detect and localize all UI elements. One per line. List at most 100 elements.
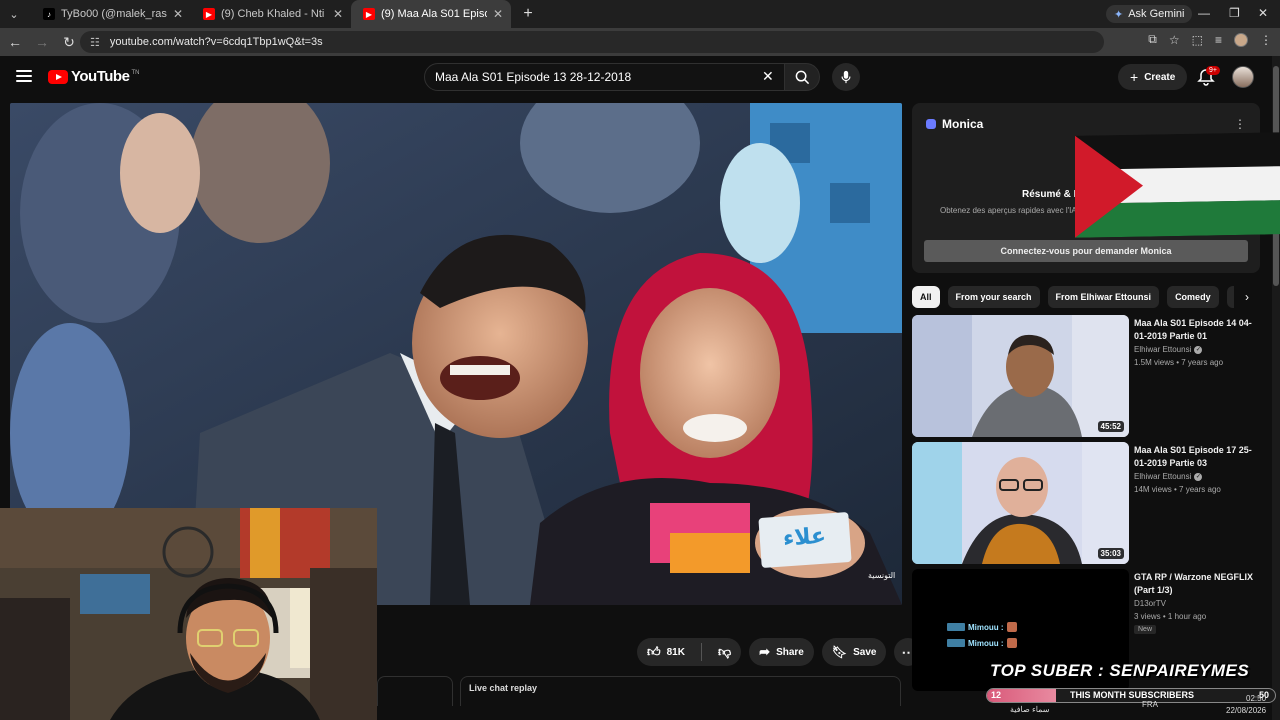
user-avatar[interactable] [1232,66,1254,88]
chevron-down-icon: ⌄ [9,8,19,21]
channel-label: D13orTV [1134,599,1167,608]
tab-search-button[interactable]: ⌄ [3,3,25,25]
like-button[interactable]: 👍︎ 81K [637,638,695,666]
back-button[interactable]: ← [3,30,27,54]
chips-next-button[interactable]: › [1234,286,1260,308]
ask-gemini-button[interactable]: ✦ Ask Gemini [1106,5,1193,23]
video-actions: 👍︎ 81K 👎︎ ➦ Share 🔖︎ Save ⋯ [637,638,923,666]
bookmark-star-icon[interactable]: ☆ [1169,33,1180,47]
subscriber-goal-label: THIS MONTH SUBSCRIBERS [1070,690,1195,700]
share-button[interactable]: ➦ Share [749,638,814,666]
video-thumbnail[interactable]: 45:52 [912,315,1129,437]
cast-icon[interactable]: ⧉ [1148,32,1157,47]
reload-button[interactable]: ↻ [57,30,81,54]
chip-all[interactable]: All [912,286,940,308]
monica-header: Monica [926,117,983,131]
forward-button[interactable]: → [30,30,54,54]
save-button[interactable]: 🔖︎ Save [821,638,887,666]
clear-search-icon[interactable]: ✕ [762,68,774,85]
divider [700,643,702,661]
close-icon[interactable]: ✕ [493,7,503,21]
youtube-play-icon [48,69,68,84]
plus-icon: + [1130,69,1139,85]
live-chat-replay-panel[interactable]: Live chat replay [460,676,901,706]
chip-comedy[interactable]: Comedy [1167,286,1219,308]
chevron-right-icon: › [1245,290,1249,304]
thumbs-up-icon: 👍︎ [647,644,661,659]
tab-tiktok[interactable]: ♪ TyBo00 (@malek_rassaa) | TikTok ✕ [31,0,191,28]
address-bar[interactable]: ☷ youtube.com/watch?v=6cdq1Tbp1wQ&t=3s [80,31,1104,53]
verified-check-icon: ✓ [1194,472,1203,481]
reading-list-icon[interactable]: ≡ [1215,33,1222,47]
live-chat-label: Live chat replay [469,683,538,693]
monica-logo-icon [926,119,936,129]
reload-icon: ↻ [63,33,75,50]
chip-from-channel[interactable]: From Elhiwar Ettounsi [1047,286,1160,308]
taskbar-date: 22/08/2026 [1226,706,1267,715]
tiktok-icon: ♪ [43,8,55,20]
url-text: youtube.com/watch?v=6cdq1Tbp1wQ&t=3s [109,36,323,48]
top-suber-banner: TOP SUBER : SENPAIREYMES [990,661,1250,680]
monica-title: Monica [942,117,984,131]
tab-cheb-khaled[interactable]: ▶ (9) Cheb Khaled - Nti Sbabi o Sb ✕ [191,0,351,28]
recommendation-item[interactable]: 35:03 Maa Ala S01 Episode 17 25-01-2019 … [912,442,1260,564]
chip-from-your-search[interactable]: From your search [947,286,1040,308]
video-title[interactable]: Maa Ala S01 Episode 14 04-01-2019 Partie… [1134,317,1258,343]
minimize-button[interactable]: — [1198,6,1210,20]
channel-name[interactable]: D13orTV [1134,599,1166,608]
chat-user: Mimouu : [968,638,1004,648]
chat-emote-icon [1006,638,1017,648]
search-input[interactable]: Maa Ala S01 Episode 13 28-12-2018 [424,63,785,91]
kebab-menu-icon[interactable]: ⋮ [1234,117,1246,131]
voice-search-button[interactable] [832,63,860,91]
recommendation-item[interactable]: 45:52 Maa Ala S01 Episode 14 04-01-2019 … [912,315,1260,437]
monica-description: Obtenez des aperçus rapides avec l'IA [940,206,1077,215]
arrow-left-icon: ← [8,34,22,50]
monica-heading: Résumé & I [1022,189,1077,200]
search-button[interactable] [784,63,820,91]
monica-login-button[interactable]: Connectez-vous pour demander Monica [924,240,1248,262]
plus-icon: + [523,5,533,22]
channel-name[interactable]: Elhiwar Ettounsi ✓ [1134,472,1203,481]
ask-gemini-label: Ask Gemini [1128,8,1185,20]
save-label: Save [853,646,877,658]
description-box[interactable] [377,676,453,706]
kebab-menu-icon[interactable]: ⋮ [1260,33,1272,47]
notification-count-badge: 9+ [1206,66,1220,75]
close-icon[interactable]: ✕ [333,7,343,21]
like-dislike-group: 👍︎ 81K 👎︎ [637,638,742,666]
browser-tab-strip: ⌄ ♪ TyBo00 (@malek_rassaa) | TikTok ✕ ▶ … [0,0,1280,28]
video-meta: 1.5M views • 7 years ago [1134,358,1224,367]
close-icon[interactable]: ✕ [173,7,183,21]
video-meta: 14M views • 7 years ago [1134,485,1221,494]
create-button[interactable]: + Create [1118,64,1188,90]
browser-toolbar: ← → ↻ ☷ youtube.com/watch?v=6cdq1Tbp1wQ&… [0,28,1280,56]
site-info-icon[interactable]: ☷ [90,36,100,49]
subscriber-goal-bar: 12 THIS MONTH SUBSCRIBERS 50 [986,688,1276,703]
new-tab-button[interactable]: + [517,3,539,25]
dislike-button[interactable]: 👎︎ [708,638,741,666]
video-title[interactable]: Maa Ala S01 Episode 17 25-01-2019 Partie… [1134,444,1258,470]
logo-country: TN [131,69,140,76]
taskbar-time: 02:50 [1246,694,1267,703]
channel-watermark: التونسية [868,571,896,580]
chat-badge-icon [947,639,965,647]
taskbar-weather: سماء صافية [1010,705,1050,714]
related-filter-chips: All From your search From Elhiwar Ettoun… [912,286,1260,308]
taskbar-language[interactable]: FRA [1142,700,1158,709]
profile-avatar[interactable] [1234,32,1248,47]
chat-badge-icon [947,623,965,631]
tab-title: (9) Cheb Khaled - Nti Sbabi o Sb [221,8,327,20]
video-title[interactable]: GTA RP / Warzone NEGFLIX (Part 1/3) [1134,571,1258,597]
video-meta: 3 views • 1 hour ago [1134,612,1207,621]
channel-name[interactable]: Elhiwar Ettounsi ✓ [1134,345,1203,354]
extensions-icon[interactable]: ⬚ [1192,33,1203,47]
channel-label: Elhiwar Ettounsi [1134,345,1192,354]
share-label: Share [776,646,804,658]
close-window-button[interactable]: ✕ [1258,6,1268,20]
tab-maa-ala[interactable]: ▶ (9) Maa Ala S01 Episode 13 28 ✕ [351,0,511,28]
hamburger-menu-icon[interactable] [16,70,32,82]
maximize-button[interactable]: ❐ [1229,6,1240,20]
youtube-logo[interactable]: YouTube TN [48,68,139,85]
video-thumbnail[interactable]: 35:03 [912,442,1129,564]
